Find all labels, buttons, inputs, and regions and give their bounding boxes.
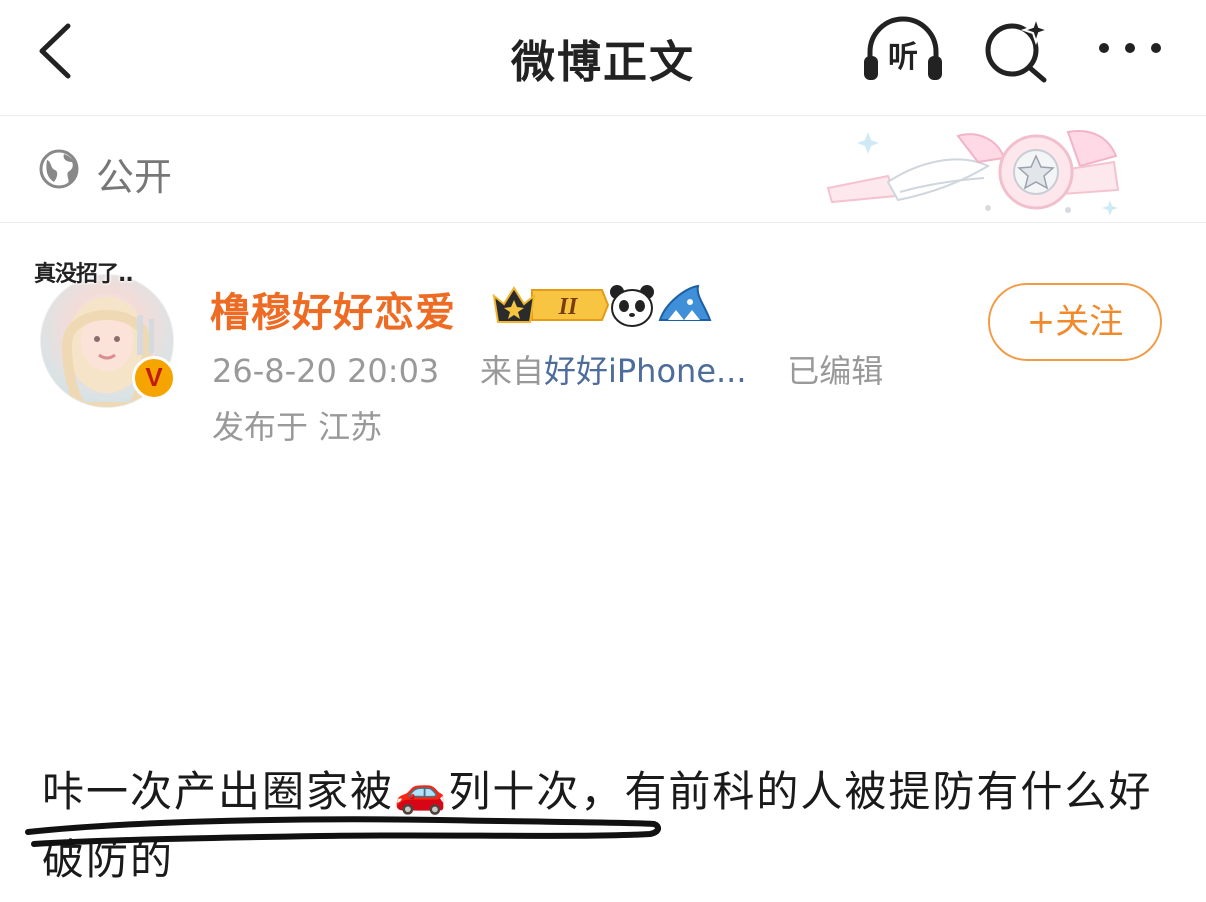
author-name[interactable]: 橹穆好好恋爱 — [210, 280, 456, 338]
more-options-button[interactable] — [1094, 28, 1166, 68]
crown-level-text: II — [558, 294, 579, 320]
from-label: 来自 — [479, 352, 544, 390]
handdrawn-underline — [25, 816, 662, 847]
post-content-part1: 咔一次产出圈家被 — [42, 767, 395, 816]
visibility-bar: 公开 — [0, 116, 1206, 223]
edited-label[interactable]: 已编辑 — [787, 352, 883, 390]
post-time: 26-8-20 20:03 — [212, 352, 440, 390]
globe-icon — [39, 149, 79, 189]
author-avatar[interactable]: 真没招了.. V — [34, 252, 184, 408]
car-emoji: 🚗 — [394, 767, 449, 816]
visibility-label: 公开 — [96, 155, 173, 199]
wing-bow-decoration — [826, 130, 1120, 216]
post-meta: 26-8-20 20:03 来自好好iPhone... 已编辑 — [212, 346, 883, 392]
user-badges: II — [490, 282, 720, 328]
search-button[interactable] — [982, 14, 1052, 84]
shark-badge[interactable] — [658, 284, 712, 321]
crown-level-badge[interactable]: II — [492, 286, 610, 323]
panda-badge[interactable] — [610, 285, 654, 327]
listen-button[interactable]: 听 — [860, 14, 946, 86]
post-source-link[interactable]: 好好iPhone... — [544, 352, 747, 390]
top-navigation-bar: 微博正文 听 — [0, 0, 1206, 116]
more-icon — [1099, 43, 1161, 53]
follow-button[interactable]: +关注 — [988, 283, 1162, 361]
post-location: 发布于 江苏 — [212, 408, 383, 446]
avatar-sticker-text: 真没招了.. — [34, 262, 134, 287]
weibo-post-page: 微博正文 听 公开 真没招了.. V 橹穆好好恋爱 II 26-8-20 20:… — [0, 0, 1206, 902]
search-sparkle-icon — [985, 14, 1052, 83]
listen-label: 听 — [888, 40, 918, 75]
verified-badge: V — [132, 356, 176, 400]
